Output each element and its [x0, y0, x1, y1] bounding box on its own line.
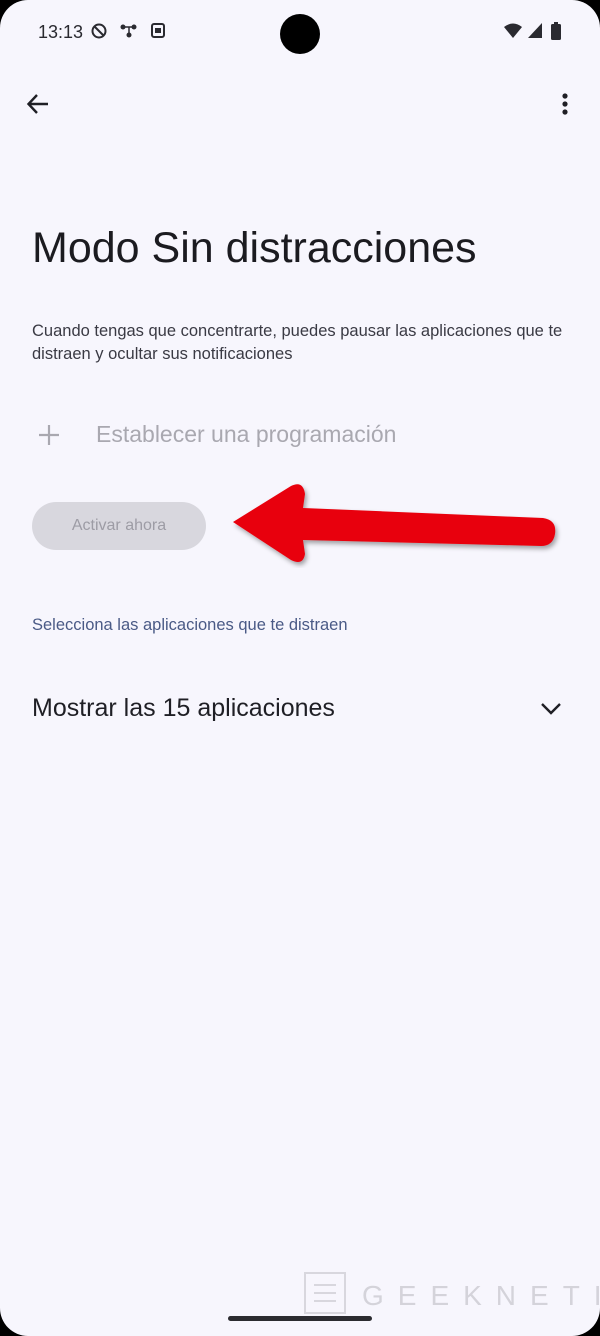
signal-icon — [527, 22, 543, 45]
phone-screen: 13:13 Modo Sin distracciones Cuando teng… — [0, 0, 600, 1336]
camera-cutout — [280, 14, 320, 54]
set-schedule-label: Establecer una programación — [96, 421, 397, 447]
top-app-bar — [0, 78, 600, 134]
page-title: Modo Sin distracciones — [32, 224, 477, 272]
back-button[interactable] — [16, 84, 60, 128]
activate-now-button[interactable]: Activar ahora — [32, 502, 206, 550]
chevron-down-icon — [537, 694, 565, 722]
status-bar: 13:13 — [0, 0, 600, 66]
arrow-left-icon — [25, 91, 51, 122]
notification-icon — [150, 22, 166, 45]
more-vert-icon — [561, 92, 569, 121]
watermark-logo-icon — [304, 1272, 346, 1314]
plus-icon — [36, 422, 62, 448]
battery-icon — [550, 22, 562, 47]
tethering-icon — [119, 22, 139, 45]
select-distracting-apps-link[interactable]: Selecciona las aplicaciones que te distr… — [32, 616, 348, 635]
show-all-apps-label: Mostrar las 15 aplicaciones — [32, 694, 335, 722]
status-time: 13:13 — [38, 22, 84, 42]
more-options-button[interactable] — [543, 84, 587, 128]
page-description: Cuando tengas que concentrarte, puedes p… — [32, 322, 563, 363]
red-arrow-annotation — [233, 484, 556, 562]
wifi-icon — [503, 22, 523, 45]
set-schedule-row[interactable]: Establecer una programación — [0, 405, 600, 467]
watermark-text: GEEKNETIC — [362, 1280, 600, 1311]
do-not-disturb-icon — [90, 22, 108, 45]
show-all-apps-row[interactable]: Mostrar las 15 aplicaciones — [0, 678, 600, 740]
watermark: GEEKNETIC — [304, 1272, 600, 1318]
gesture-navigation-bar[interactable] — [228, 1316, 372, 1321]
